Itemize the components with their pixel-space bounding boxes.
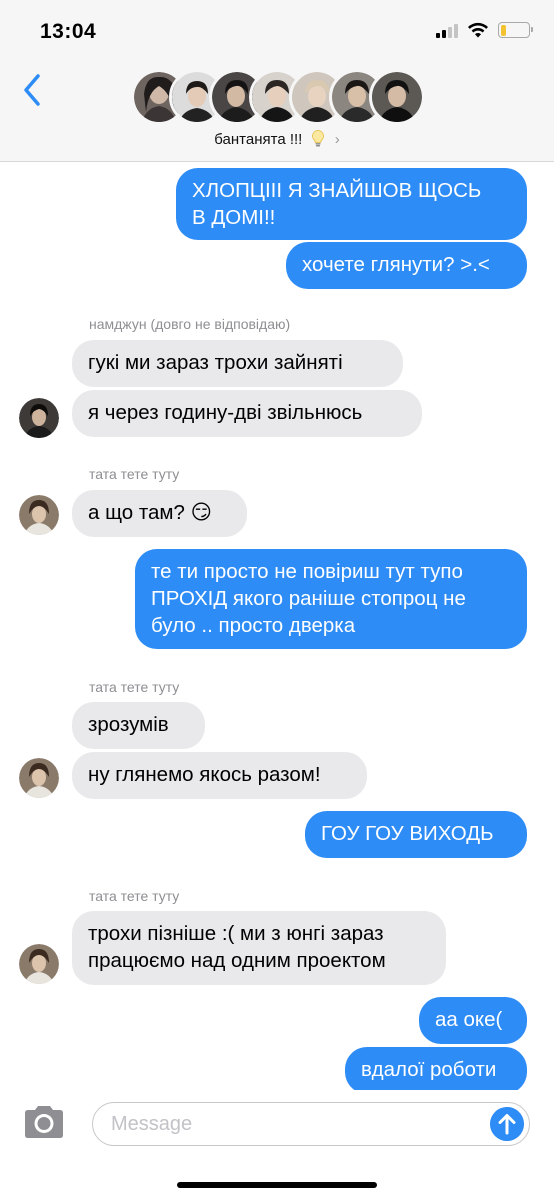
- sender-avatar[interactable]: [19, 495, 59, 535]
- signal-icon: [436, 22, 458, 38]
- imessage-group-chat: 13:04 бантанята !!! › ХЛОПЦІІІ Я ЗНАЙШОВ…: [0, 0, 554, 1200]
- participant-avatar: [369, 69, 425, 125]
- sender-name: намджун (довго не відповідаю): [89, 316, 291, 332]
- group-name: бантанята !!!: [214, 131, 303, 148]
- sender-name: тата тете туту: [89, 466, 180, 482]
- message-list: ХЛОПЦІІІ Я ЗНАЙШОВ ЩОСЬ В ДОМІ!! хочете …: [0, 162, 554, 1094]
- group-name-row[interactable]: бантанята !!! ›: [0, 130, 554, 148]
- chevron-right-icon: ›: [334, 131, 340, 148]
- outgoing-message[interactable]: те ти просто не повіриш тут тупо ПРОХІД …: [135, 549, 527, 649]
- arrow-up-icon[interactable]: [490, 1107, 524, 1141]
- camera-icon[interactable]: [22, 1104, 66, 1140]
- outgoing-message[interactable]: вдалої роботи: [345, 1047, 527, 1094]
- sender-avatar[interactable]: [19, 944, 59, 984]
- incoming-message[interactable]: зрозумів: [72, 702, 205, 749]
- outgoing-message[interactable]: хочете глянути? >.<: [286, 242, 527, 289]
- sender-name: тата тете туту: [89, 679, 180, 695]
- message-field[interactable]: [92, 1102, 530, 1146]
- outgoing-message[interactable]: ХЛОПЦІІІ Я ЗНАЙШОВ ЩОСЬ В ДОМІ!!: [176, 168, 527, 240]
- chevron-left-icon[interactable]: [20, 72, 44, 108]
- chat-header: 13:04 бантанята !!! ›: [0, 0, 554, 162]
- battery-level: [500, 24, 506, 36]
- message-input[interactable]: [111, 1103, 471, 1145]
- incoming-message[interactable]: гукі ми зараз трохи зайняті: [72, 340, 403, 387]
- status-icons: [436, 22, 533, 38]
- incoming-message[interactable]: я через годину-дві звільнюсь: [72, 390, 422, 437]
- status-time: 13:04: [40, 20, 97, 43]
- incoming-message[interactable]: ну глянемо якось разом!: [72, 752, 367, 799]
- incoming-message[interactable]: трохи пізніше :( ми з юнгі зараз працюєм…: [72, 911, 446, 985]
- lightbulb-icon: [311, 130, 324, 147]
- outgoing-message[interactable]: ГОУ ГОУ ВИХОДЬ: [305, 811, 527, 858]
- incoming-message[interactable]: а що там? 😏: [72, 490, 247, 537]
- home-indicator[interactable]: [177, 1182, 377, 1188]
- outgoing-message[interactable]: аа оке(: [419, 997, 527, 1044]
- sender-avatar[interactable]: [19, 398, 59, 438]
- sender-avatar[interactable]: [19, 758, 59, 798]
- battery-icon: [498, 22, 533, 38]
- sender-name: тата тете туту: [89, 888, 180, 904]
- wifi-icon: [468, 22, 488, 38]
